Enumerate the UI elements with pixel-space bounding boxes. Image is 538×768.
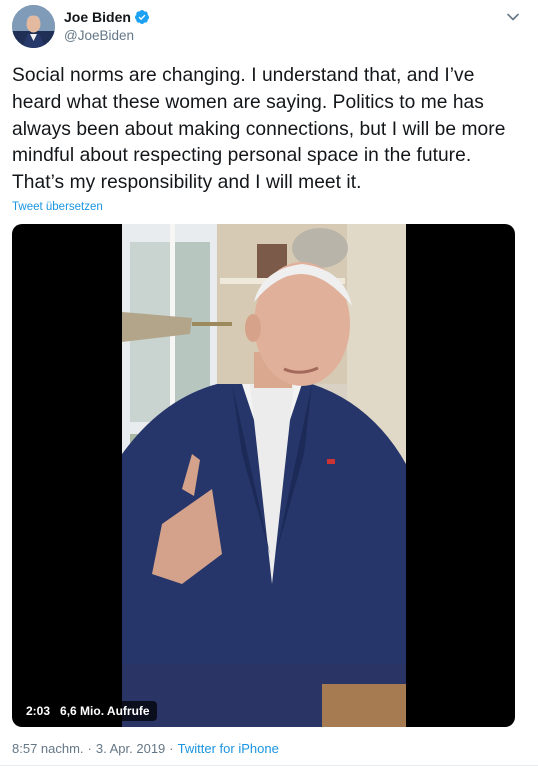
tweet-time[interactable]: 8:57 nachm. (12, 741, 84, 756)
name-row: Joe Biden (64, 8, 150, 26)
translate-link[interactable]: Tweet übersetzen (12, 201, 103, 213)
tweet-text: Social norms are changing. I understand … (12, 65, 506, 194)
handle[interactable]: @JoeBiden (64, 28, 150, 43)
video-duration: 2:03 (26, 704, 51, 718)
verified-badge-icon (134, 10, 149, 24)
video-info-badge: 2:03 6,6 Mio. Aufrufe (19, 701, 157, 721)
tweet-meta: 8:57 nachm. · 3. Apr. 2019 · Twitter for… (12, 741, 279, 756)
video-views: 6,6 Mio. Aufrufe (60, 704, 150, 718)
meta-separator: · (87, 741, 92, 756)
avatar-image (12, 5, 55, 48)
tweet: Joe Biden @JoeBiden Social norms are cha… (0, 0, 538, 768)
video-frame (122, 224, 406, 727)
avatar[interactable] (12, 5, 55, 48)
display-name[interactable]: Joe Biden (64, 9, 131, 25)
tweet-source-link[interactable]: Twitter for iPhone (178, 741, 279, 756)
chevron-down-icon[interactable] (506, 10, 520, 24)
divider (0, 765, 538, 766)
video-player[interactable] (12, 224, 515, 727)
tweet-date[interactable]: 3. Apr. 2019 (96, 741, 165, 756)
author-block: Joe Biden @JoeBiden (64, 8, 150, 43)
meta-separator: · (169, 741, 174, 756)
